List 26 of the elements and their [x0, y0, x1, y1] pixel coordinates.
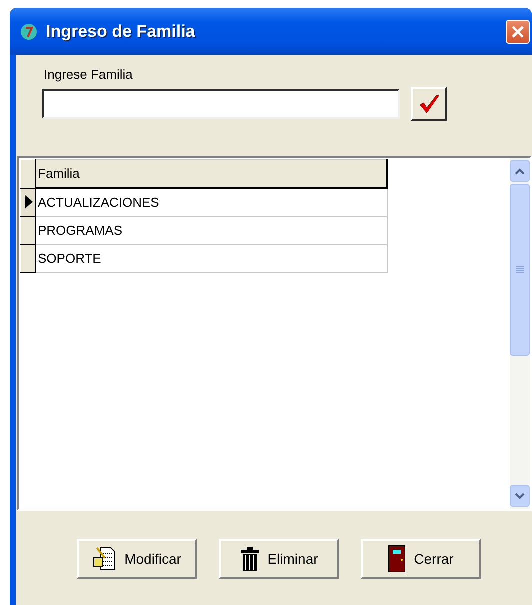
scroll-down-icon[interactable] [515, 492, 525, 500]
door-icon [388, 545, 406, 573]
table-cell: PROGRAMAS [36, 216, 387, 244]
column-header[interactable]: Familia [36, 160, 387, 188]
input-field[interactable] [42, 89, 400, 119]
table-cell: ACTUALIZACIONES [36, 188, 387, 216]
row-header[interactable] [20, 244, 36, 272]
window-title: Ingreso de Familia [46, 22, 196, 42]
trash-can-icon [240, 546, 260, 572]
row-header[interactable] [20, 216, 36, 244]
close-button[interactable]: Cerrar [361, 539, 481, 579]
table-cell: SOPORTE [36, 244, 387, 272]
app-icon [20, 22, 38, 40]
document-hand-icon [92, 546, 117, 572]
checkmark-icon [418, 94, 440, 114]
row-header[interactable] [20, 188, 36, 216]
confirm-button[interactable] [411, 87, 447, 121]
grip-icon [516, 266, 524, 274]
delete-button[interactable]: Eliminar [219, 539, 339, 579]
field-label: Ingrese Familia [44, 67, 134, 82]
edit-button[interactable]: Modificar [77, 539, 197, 579]
row-header [20, 160, 36, 188]
scroll-up-icon[interactable] [515, 168, 525, 174]
close-button[interactable] [506, 20, 530, 44]
scrollbar[interactable] [510, 158, 530, 509]
close-icon [510, 24, 526, 40]
